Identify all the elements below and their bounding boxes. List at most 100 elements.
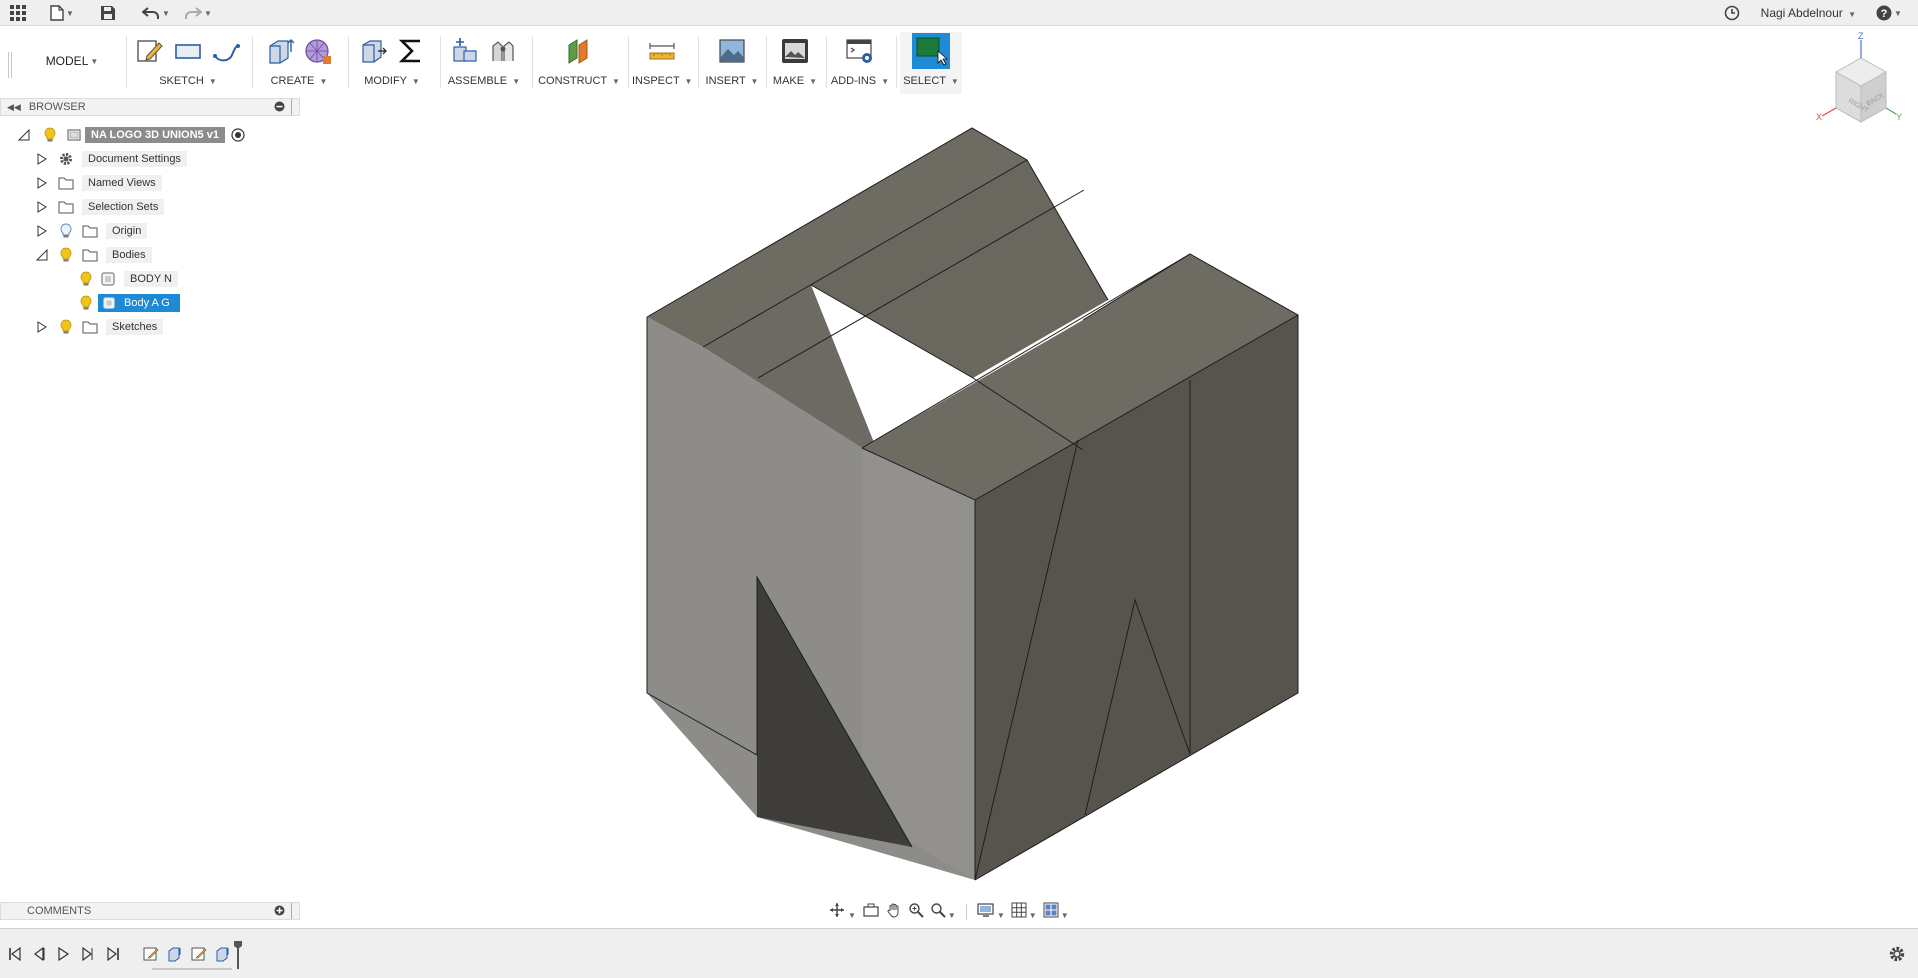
- create-sketch-icon[interactable]: [134, 35, 166, 67]
- tree-item-label: Sketches: [106, 319, 164, 335]
- offset-plane-icon[interactable]: [563, 35, 595, 67]
- undo-icon[interactable]: ▼: [142, 3, 170, 23]
- tree-row-selection-sets[interactable]: Selection Sets: [36, 197, 165, 217]
- collapsed-triangle-icon[interactable]: [36, 201, 48, 213]
- extrude-icon[interactable]: [264, 35, 296, 67]
- assemble-menu[interactable]: ASSEMBLE ▼: [444, 75, 524, 87]
- redo-icon[interactable]: ▼: [184, 3, 212, 23]
- collapsed-triangle-icon[interactable]: [36, 177, 48, 189]
- collapsed-triangle-icon[interactable]: [36, 321, 48, 333]
- fit-zoom-icon[interactable]: ▼: [930, 902, 956, 923]
- joint-icon[interactable]: [487, 35, 519, 67]
- render-image-icon[interactable]: [779, 35, 811, 67]
- orbit-icon[interactable]: ▼: [828, 902, 856, 923]
- press-pull-icon[interactable]: [357, 35, 389, 67]
- modify-label: MODIFY: [364, 75, 407, 87]
- toolbar-separator: [348, 36, 349, 88]
- rectangle-icon[interactable]: [172, 35, 204, 67]
- visibility-bulb-off-icon[interactable]: [58, 223, 74, 239]
- add-comment-icon[interactable]: [274, 905, 285, 919]
- go-to-end-icon[interactable]: [104, 945, 122, 963]
- select-menu[interactable]: SELECT ▼: [900, 75, 962, 87]
- timeline-extrude-feature-icon[interactable]: [214, 945, 232, 963]
- play-icon[interactable]: [54, 945, 72, 963]
- expanded-triangle-icon[interactable]: [18, 129, 30, 141]
- measure-icon[interactable]: [646, 35, 678, 67]
- chevron-down-icon: ▼: [809, 77, 818, 86]
- scripts-addins-icon[interactable]: [844, 35, 876, 67]
- line-icon[interactable]: [210, 35, 242, 67]
- tree-row-body-a-g[interactable]: Body A G: [78, 293, 180, 313]
- parameters-sigma-icon[interactable]: [395, 35, 427, 67]
- file-menu-icon[interactable]: ▼: [50, 3, 74, 23]
- selected-body-label[interactable]: Body A G: [98, 294, 180, 312]
- data-panel-grid-icon[interactable]: [10, 3, 26, 23]
- tree-row-body-n[interactable]: BODY N: [78, 269, 178, 289]
- visibility-bulb-icon[interactable]: [78, 271, 94, 287]
- insert-group: INSERT ▼: [702, 32, 762, 94]
- browser-resize-handle[interactable]: [291, 99, 297, 115]
- new-component-icon[interactable]: [449, 35, 481, 67]
- 3d-viewport[interactable]: [300, 98, 1918, 928]
- tree-row-root[interactable]: NA LOGO 3D UNION5 v1: [18, 125, 245, 145]
- insert-image-icon[interactable]: [716, 35, 748, 67]
- look-at-icon[interactable]: [862, 902, 880, 923]
- collapsed-triangle-icon[interactable]: [36, 153, 48, 165]
- viewcube-y-axis-label: Y: [1896, 112, 1902, 122]
- tree-row-document-settings[interactable]: Document Settings: [36, 149, 187, 169]
- step-forward-icon[interactable]: [78, 945, 96, 963]
- add-ins-menu[interactable]: ADD-INS ▼: [830, 75, 890, 87]
- expanded-triangle-icon[interactable]: [36, 249, 48, 261]
- create-form-icon[interactable]: [302, 35, 334, 67]
- chevron-down-icon: ▼: [66, 8, 74, 18]
- create-menu[interactable]: CREATE ▼: [256, 75, 342, 87]
- display-settings-icon[interactable]: ▼: [977, 902, 1005, 923]
- tree-row-bodies[interactable]: Bodies: [36, 245, 152, 265]
- visibility-bulb-icon[interactable]: [58, 247, 74, 263]
- timeline-sketch-feature-icon[interactable]: [190, 945, 208, 963]
- visibility-bulb-icon[interactable]: [78, 295, 94, 311]
- user-account-menu[interactable]: Nagi Abdelnour ▼: [1761, 6, 1856, 20]
- help-icon[interactable]: ? ▼: [1876, 3, 1902, 23]
- save-icon[interactable]: [100, 3, 116, 23]
- construct-menu[interactable]: CONSTRUCT ▼: [536, 75, 622, 87]
- timeline-settings-gear-icon[interactable]: [1888, 945, 1906, 968]
- comments-panel-header: COMMENTS: [0, 902, 300, 920]
- timeline-sketch-feature-icon[interactable]: [142, 945, 160, 963]
- viewcube[interactable]: RIGHT BACK X Y Z: [1806, 30, 1906, 140]
- step-back-icon[interactable]: [30, 945, 48, 963]
- tree-row-named-views[interactable]: Named Views: [36, 173, 162, 193]
- pan-hand-icon[interactable]: [886, 902, 902, 923]
- zoom-window-icon[interactable]: [908, 902, 924, 923]
- insert-menu[interactable]: INSERT ▼: [702, 75, 762, 87]
- timeline-marker[interactable]: [234, 941, 242, 969]
- visibility-bulb-icon[interactable]: [58, 319, 74, 335]
- tree-row-origin[interactable]: Origin: [36, 221, 148, 241]
- toolbar-grip[interactable]: [8, 52, 12, 78]
- make-menu[interactable]: MAKE ▼: [770, 75, 820, 87]
- modify-menu[interactable]: MODIFY ▼: [352, 75, 432, 87]
- select-group: SELECT ▼: [900, 32, 962, 94]
- workspace-switcher[interactable]: MODEL ▼: [22, 48, 122, 74]
- inspect-menu[interactable]: INSPECT ▼: [632, 75, 692, 87]
- chevron-down-icon: ▼: [208, 77, 217, 86]
- tree-row-sketches[interactable]: Sketches: [36, 317, 164, 337]
- sketch-menu[interactable]: SKETCH ▼: [128, 75, 248, 87]
- select-icon[interactable]: [912, 33, 950, 69]
- gear-icon: [60, 153, 72, 165]
- chevron-down-icon: ▼: [1028, 910, 1037, 920]
- timeline-extrude-feature-icon[interactable]: [166, 945, 184, 963]
- browser-options-icon[interactable]: [274, 101, 285, 115]
- add-ins-group: ADD-INS ▼: [830, 32, 890, 94]
- activate-radio-icon[interactable]: [231, 128, 245, 142]
- go-to-start-icon[interactable]: [6, 945, 24, 963]
- grid-settings-icon[interactable]: ▼: [1011, 902, 1037, 923]
- comments-resize-handle[interactable]: [291, 903, 297, 919]
- viewports-icon[interactable]: ▼: [1043, 902, 1069, 923]
- visibility-bulb-icon[interactable]: [42, 127, 58, 143]
- inspect-group: INSPECT ▼: [632, 32, 692, 94]
- viewcube-x-axis-label: X: [1816, 112, 1822, 122]
- collapse-browser-icon[interactable]: ◀◀: [7, 102, 21, 113]
- collapsed-triangle-icon[interactable]: [36, 225, 48, 237]
- job-status-clock-icon[interactable]: [1724, 3, 1740, 23]
